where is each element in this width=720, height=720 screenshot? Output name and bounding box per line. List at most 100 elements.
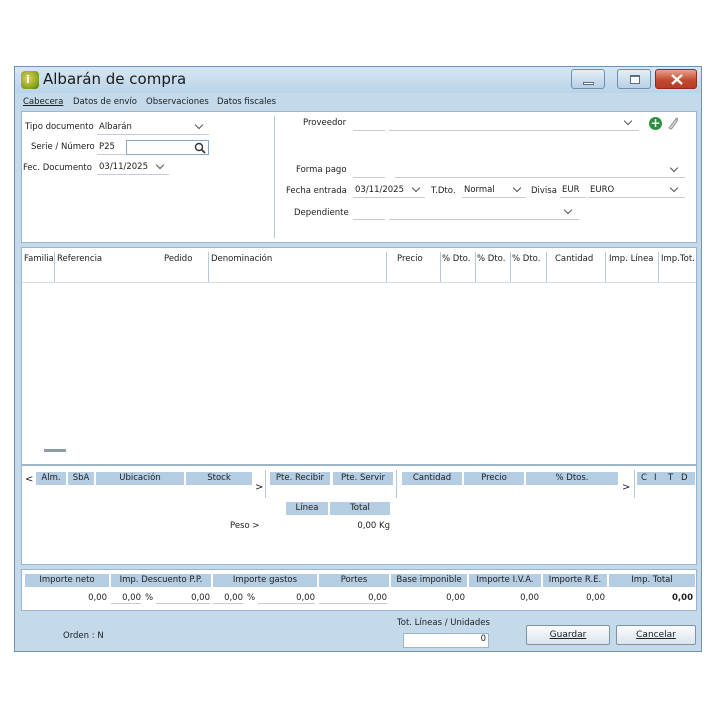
proveedor-code-field[interactable] xyxy=(353,116,385,131)
numero-field[interactable] xyxy=(126,140,209,155)
tab-cabecera[interactable]: Cabecera xyxy=(23,97,63,107)
column-divider xyxy=(658,252,659,282)
column-header-denominacion[interactable]: Denominación xyxy=(211,252,272,266)
forma-pago-label: Forma pago xyxy=(296,165,347,175)
column-divider xyxy=(386,252,387,282)
importe-iva-header: Importe I.V.A. xyxy=(469,574,541,587)
gastos-pct-field[interactable]: 0,00 xyxy=(213,593,243,604)
column-header-familia[interactable]: Familia xyxy=(24,252,54,266)
lines-grid-header: Familia Referencia Pedido Denominación P… xyxy=(22,248,696,283)
column-header-sba[interactable]: SbA xyxy=(68,472,94,485)
tab-datos-envio[interactable]: Datos de envío xyxy=(73,97,137,107)
grid-splitter-handle[interactable] xyxy=(44,449,66,452)
forma-pago-code-field[interactable] xyxy=(353,163,385,178)
proveedor-label: Proveedor xyxy=(303,118,347,128)
base-imponible-header: Base imponible xyxy=(391,574,467,587)
dependiente-label: Dependiente xyxy=(294,208,349,218)
dependiente-select[interactable] xyxy=(389,205,579,220)
paperclip-icon[interactable] xyxy=(667,116,679,130)
chevron-down-icon xyxy=(411,183,421,193)
dto-pp-value: 0,00 xyxy=(156,593,210,604)
column-header-dtos[interactable]: % Dtos. xyxy=(526,472,618,485)
column-header-imp-linea[interactable]: Imp. Línea xyxy=(609,252,654,266)
column-header-pte-recibir[interactable]: Pte. Recibir xyxy=(270,472,330,485)
flag-t[interactable]: T xyxy=(668,472,673,485)
title-bar[interactable]: i Albarán de compra xyxy=(15,67,701,93)
column-header-stock[interactable]: Stock xyxy=(186,472,252,485)
panel-divider xyxy=(265,470,266,498)
scroll-right-arrow-2[interactable]: > xyxy=(622,482,630,493)
column-header-pte-servir[interactable]: Pte. Servir xyxy=(333,472,393,485)
flag-i[interactable]: I xyxy=(654,472,657,485)
column-header-pedido[interactable]: Pedido xyxy=(164,252,192,266)
close-button[interactable] xyxy=(655,69,697,89)
scroll-right-arrow[interactable]: > xyxy=(255,482,263,493)
minimize-icon xyxy=(583,82,594,85)
importe-iva-value: 0,00 xyxy=(520,593,539,603)
stock-panel: < Alm. SbA Ubicación Stock > Pte. Recibi… xyxy=(21,465,697,565)
tot-lineas-value: 0 xyxy=(403,633,489,648)
header-divider xyxy=(274,116,275,238)
column-header-cantidad-stock[interactable]: Cantidad xyxy=(402,472,462,485)
fecha-documento-field[interactable]: 03/11/2025 xyxy=(97,160,169,175)
panel-divider xyxy=(634,470,635,498)
chevron-down-icon xyxy=(155,160,165,170)
divisa-select[interactable]: EURO xyxy=(588,183,685,198)
column-header-dto1[interactable]: % Dto. xyxy=(442,252,470,266)
serie-field[interactable]: P25 xyxy=(97,140,125,155)
column-header-dto3[interactable]: % Dto. xyxy=(512,252,540,266)
search-icon[interactable] xyxy=(194,142,206,154)
portes-value[interactable]: 0,00 xyxy=(319,593,387,604)
column-header-ubicacion[interactable]: Ubicación xyxy=(96,472,184,485)
dependiente-code-field[interactable] xyxy=(353,205,385,220)
column-header-precio[interactable]: Precio xyxy=(397,252,423,266)
dto-pp-pct-field[interactable]: 0,00 xyxy=(111,593,141,604)
column-header-dto2[interactable]: % Dto. xyxy=(477,252,505,266)
chevron-down-icon xyxy=(512,183,522,193)
proveedor-name-select[interactable] xyxy=(389,116,639,131)
column-header-referencia[interactable]: Referencia xyxy=(57,252,102,266)
divisa-code-field[interactable]: EUR xyxy=(560,183,586,198)
add-supplier-icon[interactable]: + xyxy=(649,117,662,130)
tab-datos-fiscales[interactable]: Datos fiscales xyxy=(217,97,276,107)
flag-d[interactable]: D xyxy=(681,472,688,485)
cancelar-button[interactable]: Cancelar xyxy=(616,625,696,645)
forma-pago-select[interactable] xyxy=(395,163,685,178)
fecha-entrada-label: Fecha entrada xyxy=(286,186,347,196)
column-header-precio-stock[interactable]: Precio xyxy=(464,472,524,485)
tipo-documento-select[interactable]: Albarán xyxy=(97,120,209,135)
window-title: Albarán de compra xyxy=(43,70,187,88)
tot-lineas-label: Tot. Líneas / Unidades xyxy=(397,618,490,628)
importe-re-value: 0,00 xyxy=(586,593,605,603)
flag-c[interactable]: C xyxy=(641,472,647,485)
chevron-down-icon xyxy=(623,116,633,126)
column-header-cantidad[interactable]: Cantidad xyxy=(555,252,593,266)
scroll-left-arrow[interactable]: < xyxy=(25,474,33,485)
tab-observaciones[interactable]: Observaciones xyxy=(146,97,209,107)
importe-gastos-header: Importe gastos xyxy=(213,574,317,587)
totals-bar: Importe neto Imp. Descuento P.P. Importe… xyxy=(21,569,697,611)
column-header-alm[interactable]: Alm. xyxy=(36,472,66,485)
tdto-select[interactable]: Normal xyxy=(462,183,526,198)
orden-label: Orden : N xyxy=(63,631,104,641)
close-icon xyxy=(671,74,683,85)
maximize-button[interactable] xyxy=(617,69,651,89)
flags-header: C I T D xyxy=(637,472,695,485)
divisa-label: Divisa xyxy=(531,186,557,196)
column-header-imp-tot[interactable]: Imp.Tot. xyxy=(661,252,695,266)
minimize-button[interactable] xyxy=(571,69,605,89)
fecha-entrada-field[interactable]: 03/11/2025 xyxy=(353,183,425,198)
chevron-down-icon xyxy=(563,205,573,215)
tdto-label: T.Dto. xyxy=(431,186,456,196)
importe-gastos-value[interactable]: 0,00 xyxy=(258,593,315,604)
panel-divider xyxy=(396,470,397,498)
chevron-down-icon xyxy=(669,183,679,193)
importe-neto-value: 0,00 xyxy=(88,593,107,603)
importe-neto-header: Importe neto xyxy=(25,574,109,587)
guardar-button[interactable]: Guardar xyxy=(526,625,610,645)
chevron-down-icon xyxy=(194,120,204,130)
imp-total-value: 0,00 xyxy=(672,593,693,603)
lines-grid[interactable]: Familia Referencia Pedido Denominación P… xyxy=(21,247,697,465)
purchase-delivery-window: i Albarán de compra Cabecera Datos de en… xyxy=(14,66,702,652)
column-divider xyxy=(510,252,511,282)
